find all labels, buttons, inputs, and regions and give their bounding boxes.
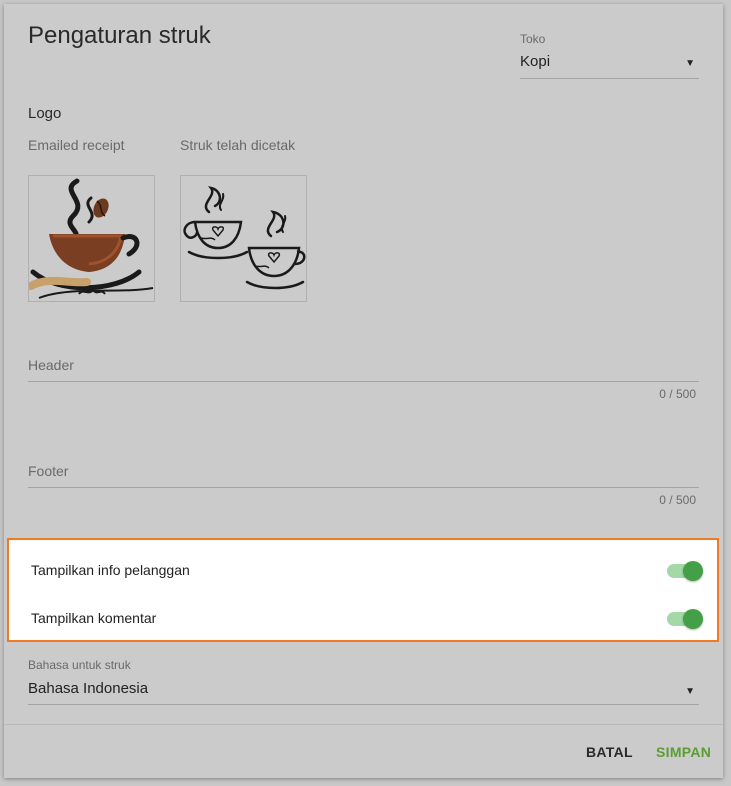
- toggle-row-comments: Tampilkan komentar: [31, 607, 703, 631]
- printed-receipt-label: Struk telah dicetak: [180, 137, 296, 153]
- coffee-cup-logo-icon: [29, 178, 154, 299]
- emailed-receipt-logo[interactable]: [28, 175, 155, 302]
- toggle-knob: [683, 561, 703, 581]
- footer-input-placeholder: Footer: [28, 463, 69, 479]
- customer-info-toggle[interactable]: [667, 561, 703, 581]
- toggle-row-customer-info: Tampilkan info pelanggan: [31, 559, 703, 583]
- receipt-language-select[interactable]: Bahasa untuk struk Bahasa Indonesia ▼: [28, 658, 699, 705]
- receipt-settings-card: Pengaturan struk Toko Kopi ▼ Logo Emaile…: [4, 4, 723, 778]
- dropdown-arrow-icon: ▼: [685, 58, 695, 69]
- toggle-label-customer-info: Tampilkan info pelanggan: [31, 562, 190, 578]
- store-select-label: Toko: [520, 32, 546, 46]
- store-select[interactable]: Toko Kopi ▼: [520, 32, 699, 79]
- toggle-label-comments: Tampilkan komentar: [31, 610, 157, 626]
- footer-char-counter: 0 / 500: [659, 493, 696, 507]
- footer-input[interactable]: Footer: [28, 463, 699, 488]
- footer-divider: [4, 724, 723, 725]
- emailed-receipt-label: Emailed receipt: [28, 137, 125, 153]
- page-title: Pengaturan struk: [28, 22, 211, 49]
- header-char-counter: 0 / 500: [659, 387, 696, 401]
- logo-section-label: Logo: [28, 105, 62, 122]
- coffee-cups-logo-icon: [183, 186, 306, 290]
- toggle-knob: [683, 609, 703, 629]
- cancel-button[interactable]: BATAL: [582, 742, 637, 762]
- save-button[interactable]: SIMPAN: [652, 742, 715, 762]
- comments-toggle[interactable]: [667, 609, 703, 629]
- toggle-settings-panel: Tampilkan info pelanggan Tampilkan komen…: [7, 538, 719, 642]
- dropdown-arrow-icon: ▼: [685, 686, 695, 697]
- receipt-language-value: Bahasa Indonesia: [28, 680, 149, 697]
- store-select-value: Kopi: [520, 53, 551, 70]
- header-input-placeholder: Header: [28, 357, 74, 373]
- printed-receipt-logo[interactable]: [180, 175, 307, 302]
- header-input[interactable]: Header: [28, 357, 699, 382]
- receipt-language-label: Bahasa untuk struk: [28, 658, 131, 672]
